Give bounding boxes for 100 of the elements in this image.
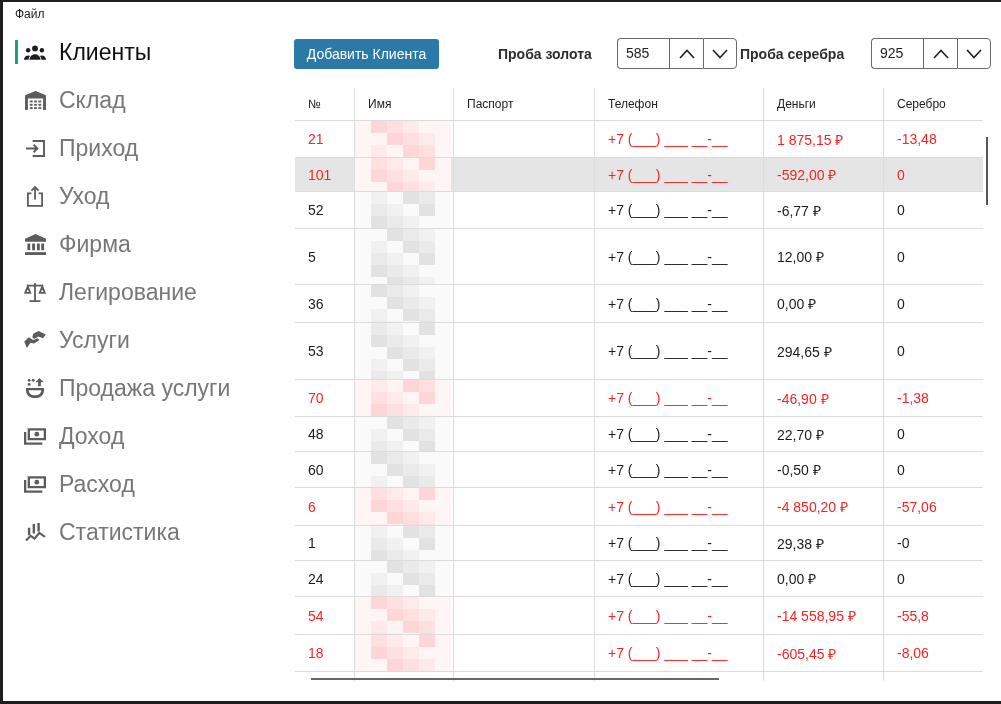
column-header: Телефон	[594, 88, 763, 120]
table-row[interactable]: 60 +7 (___) ___ __-__ -0,50 ₽ 0	[295, 452, 983, 488]
banknote-icon	[24, 475, 46, 493]
column-header: Серебро	[883, 88, 983, 120]
handshake-icon	[24, 331, 46, 349]
table-cell: +7 (___) ___ __-__	[594, 597, 763, 634]
vertical-scrollbar[interactable]	[986, 137, 988, 205]
table-cell: +7 (___) ___ __-__	[594, 192, 763, 228]
table-cell: 0	[883, 158, 983, 191]
table-cell: +7 (___) ___ __-__	[594, 526, 763, 560]
table-cell: -57,06	[883, 488, 983, 525]
sign-in-icon	[25, 139, 45, 157]
table-cell: -14 558,95 ₽	[763, 597, 883, 634]
table-cell-text: 21	[307, 130, 325, 149]
table-cell: 0,00 ₽	[763, 285, 883, 322]
banknote-icon	[24, 427, 46, 445]
column-header: Деньги	[763, 88, 883, 120]
chevron-down-icon	[966, 48, 982, 59]
table-cell: -6,77 ₽	[763, 192, 883, 228]
table-row[interactable]: 5 +7 (___) ___ __-__ 12,00 ₽ 0	[295, 229, 983, 285]
table-row[interactable]: 1 +7 (___) ___ __-__ 29,38 ₽ -0	[295, 526, 983, 561]
bowl-icon	[26, 378, 44, 398]
sidebar-item[interactable]: Клиенты	[3, 28, 294, 76]
table-cell: +7 (___) ___ __-__	[594, 285, 763, 322]
upload-icon	[27, 185, 43, 207]
field-label: Проба серебра	[740, 45, 846, 62]
table-cell: +7 (___) ___ __-__	[594, 417, 763, 451]
table-cell-text: 54	[307, 606, 325, 626]
table-cell: 0	[883, 561, 983, 596]
table-cell-text: 1	[307, 534, 317, 553]
table-cell: -592,00 ₽	[763, 158, 883, 191]
add-client-button[interactable]: Добавить Клиента	[294, 38, 439, 69]
chevron-up-icon	[678, 48, 695, 59]
table-cell: 22,70 ₽	[763, 417, 883, 451]
sidebar-item[interactable]: Уход	[3, 172, 294, 220]
chevron-up-icon	[932, 48, 949, 59]
table-cell-text: 52	[307, 201, 325, 220]
table-cell: +7 (___) ___ __-__	[594, 561, 763, 596]
table-cell: +7 (___) ___ __-__	[594, 229, 763, 284]
table-row[interactable]: 52 +7 (___) ___ __-__ -6,77 ₽ 0	[295, 192, 983, 229]
field-label: Проба золота	[498, 45, 593, 62]
table-cell: 1 875,15 ₽	[763, 121, 883, 157]
table-cell: +7 (___) ___ __-__	[594, 323, 763, 379]
sidebar-item[interactable]: Склад	[3, 76, 294, 124]
increment-button[interactable]	[669, 38, 703, 69]
table-cell: 0	[883, 452, 983, 487]
table-cell-text: 60	[307, 460, 325, 480]
decrement-button[interactable]	[957, 38, 991, 69]
table-row[interactable]: 48 +7 (___) ___ __-__ 22,70 ₽ 0	[295, 417, 983, 452]
scale-icon	[24, 282, 46, 302]
table-cell: -55,8	[883, 597, 983, 634]
table-cell: 29,38 ₽	[763, 526, 883, 560]
sidebar-item[interactable]: Расход	[3, 460, 294, 508]
table-row[interactable]: 53 +7 (___) ___ __-__ 294,65 ₽ 0	[295, 323, 983, 380]
table-cell: 294,65 ₽	[763, 323, 883, 379]
sidebar-item[interactable]: Легирование	[3, 268, 294, 316]
table-cell: -13,48	[883, 121, 983, 157]
horizontal-scrollbar[interactable]	[311, 678, 719, 680]
bank-icon	[24, 233, 46, 255]
column-header: №	[307, 96, 322, 113]
table-row[interactable]: 101 +7 (___) ___ __-__ -592,00 ₽ 0	[295, 158, 983, 192]
people-icon	[24, 44, 46, 60]
table-cell: 0	[883, 323, 983, 379]
sidebar-item[interactable]: Услуги	[3, 316, 294, 364]
warehouse-icon	[24, 90, 46, 110]
table-cell: -8,06	[883, 635, 983, 671]
table-cell: +7 (___) ___ __-__	[594, 488, 763, 525]
table-cell-text: 5	[307, 247, 317, 267]
decrement-button[interactable]	[703, 38, 737, 69]
sidebar-item[interactable]: Продажа услуги	[3, 364, 294, 412]
table-cell: 0	[883, 229, 983, 284]
table-row[interactable]: 18 +7 (___) ___ __-__ -605,45 ₽ -8,06	[295, 635, 983, 672]
table-cell: -605,45 ₽	[763, 635, 883, 671]
table-cell: 0	[883, 417, 983, 451]
table-cell-text: 6	[307, 497, 317, 517]
table-row[interactable]: 70 +7 (___) ___ __-__ -46,90 ₽ -1,38	[295, 380, 983, 417]
sidebar-item[interactable]: Доход	[3, 412, 294, 460]
sidebar-item[interactable]: Фирма	[3, 220, 294, 268]
sidebar-item[interactable]: Статистика	[3, 508, 294, 556]
table-row[interactable]: 24 +7 (___) ___ __-__ 0,00 ₽ 0	[295, 561, 983, 597]
table-cell: -4 850,20 ₽	[763, 488, 883, 525]
table-cell: 0	[883, 192, 983, 228]
table-cell: +7 (___) ___ __-__	[594, 380, 763, 416]
table-cell-text: 101	[307, 165, 333, 185]
increment-button[interactable]	[923, 38, 957, 69]
table-cell: -0,50 ₽	[763, 452, 883, 487]
table-cell: -46,90 ₽	[763, 380, 883, 416]
table-cell: +7 (___) ___ __-__	[594, 635, 763, 671]
table-cell-text: 48	[307, 425, 325, 444]
menu-item[interactable]: Файл	[15, 7, 45, 23]
table-cell: -1,38	[883, 380, 983, 416]
sidebar-item[interactable]: Приход	[3, 124, 294, 172]
table-cell: +7 (___) ___ __-__	[594, 158, 763, 191]
number-field[interactable]: 585	[617, 38, 669, 69]
table-cell: +7 (___) ___ __-__	[594, 121, 763, 157]
table-cell: -0	[883, 526, 983, 560]
table-cell-text: 18	[307, 644, 325, 663]
table-cell: 0,00 ₽	[763, 561, 883, 596]
number-field[interactable]: 925	[871, 38, 923, 69]
table-cell: 0	[883, 285, 983, 322]
